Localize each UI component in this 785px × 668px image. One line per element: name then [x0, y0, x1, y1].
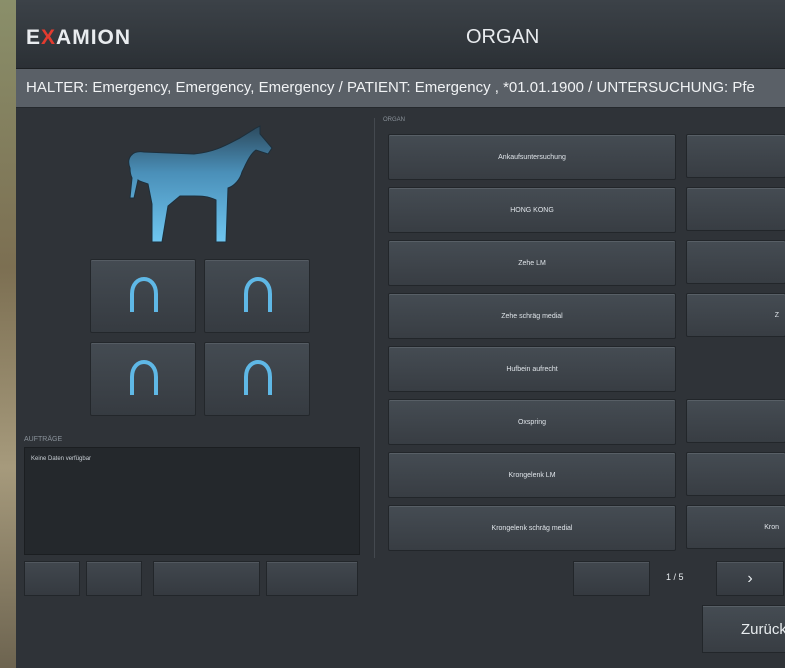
- left-toolbar-button-3[interactable]: [153, 561, 260, 596]
- title-bar: EXAMION ORGAN: [16, 0, 785, 69]
- organ-button[interactable]: [686, 187, 785, 231]
- patient-info-text: HALTER: Emergency, Emergency, Emergency …: [26, 79, 755, 96]
- organ-button[interactable]: Kron: [686, 505, 785, 549]
- next-page-button[interactable]: ›: [716, 561, 784, 596]
- hoof-hind-left-button[interactable]: [90, 342, 196, 416]
- horseshoe-icon: [130, 276, 158, 312]
- left-toolbar-button-2[interactable]: [86, 561, 142, 596]
- notes-label: AUFTRÄGE: [24, 436, 63, 443]
- organ-button[interactable]: Krongelenk LM: [388, 452, 676, 498]
- organ-button[interactable]: [686, 240, 785, 284]
- back-button[interactable]: Zurück: [702, 605, 785, 653]
- page-indicator: 1 / 5: [666, 572, 684, 582]
- horseshoe-icon: [244, 359, 272, 395]
- patient-info-bar: HALTER: Emergency, Emergency, Emergency …: [16, 69, 785, 108]
- organ-section-label: ORGAN: [383, 117, 406, 123]
- organ-button[interactable]: HONG KONG: [388, 187, 676, 233]
- chevron-right-icon: ›: [747, 569, 753, 587]
- organ-button[interactable]: Zehe LM: [388, 240, 676, 286]
- examion-logo: EXAMION: [26, 26, 132, 49]
- horseshoe-icon: [130, 359, 158, 395]
- organ-button[interactable]: Krongelenk schräg medial: [388, 505, 676, 551]
- organ-button[interactable]: Hufbein aufrecht: [388, 346, 676, 392]
- organ-button[interactable]: Z: [686, 293, 785, 337]
- hoof-front-right-button[interactable]: [204, 259, 310, 333]
- horse-icon[interactable]: [124, 124, 274, 246]
- organ-button[interactable]: Oxspring: [388, 399, 676, 445]
- organ-button[interactable]: Ankaufsuntersuchung: [388, 134, 676, 180]
- app-window: EXAMION ORGAN HALTER: Emergency, Emergen…: [16, 0, 785, 668]
- previous-page-button[interactable]: [573, 561, 650, 596]
- organ-button[interactable]: [686, 399, 785, 443]
- organ-button[interactable]: [686, 452, 785, 496]
- page-title: ORGAN: [466, 26, 540, 48]
- left-toolbar-button-1[interactable]: [24, 561, 80, 596]
- horseshoe-icon: [244, 276, 272, 312]
- left-toolbar-button-4[interactable]: [266, 561, 358, 596]
- panel-divider: [374, 118, 375, 558]
- hoof-hind-right-button[interactable]: [204, 342, 310, 416]
- organ-button[interactable]: Zehe schräg medial: [388, 293, 676, 339]
- hoof-front-left-button[interactable]: [90, 259, 196, 333]
- notes-box[interactable]: Keine Daten verfügbar: [24, 447, 360, 555]
- notes-text: Keine Daten verfügbar: [31, 456, 92, 462]
- organ-button[interactable]: [686, 134, 785, 178]
